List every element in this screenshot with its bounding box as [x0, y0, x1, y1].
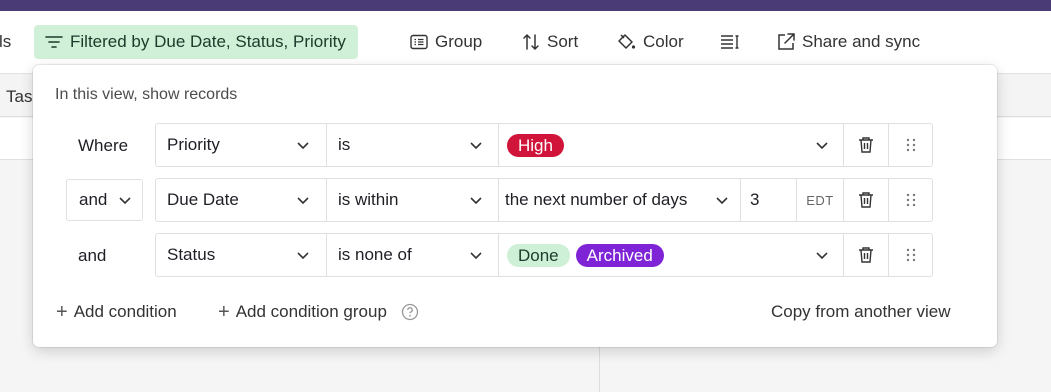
condition-and-label: and — [78, 246, 107, 265]
toolbar-partial-label: ls — [0, 32, 12, 51]
filter-button[interactable]: Filtered by Due Date, Status, Priority — [34, 25, 358, 59]
filter-popover-heading: In this view, show records — [55, 86, 238, 103]
operator-select-value: is — [338, 135, 351, 154]
chevron-down-icon — [470, 252, 482, 260]
chevron-down-icon — [716, 197, 728, 205]
group-icon — [410, 34, 428, 50]
color-icon — [618, 34, 636, 49]
condition-row: Due Date is within the next number of da… — [155, 178, 933, 222]
drag-handle[interactable] — [889, 234, 932, 276]
sort-button-label: Sort — [547, 32, 579, 51]
condition-row: Status is none of Done Archived — [155, 233, 933, 277]
field-select-value: Priority — [167, 135, 220, 154]
operator-select[interactable]: is within — [327, 179, 499, 221]
chevron-down-icon — [297, 142, 309, 150]
add-condition-group-label: Add condition group — [235, 302, 387, 321]
color-button-label: Color — [643, 32, 684, 51]
filter-popover: In this view, show records Where Priorit… — [33, 65, 997, 347]
chevron-down-icon — [816, 142, 828, 150]
conjunction-select-value: and — [79, 190, 108, 209]
filter-icon — [45, 36, 63, 48]
chevron-down-icon — [470, 142, 482, 150]
plus-icon: + — [56, 301, 68, 323]
chevron-down-icon — [119, 197, 131, 205]
drag-handle[interactable] — [889, 124, 932, 166]
operator-select-value: is none of — [338, 245, 412, 264]
condition-where-label: Where — [78, 136, 129, 155]
operator-select-value: is within — [338, 190, 399, 209]
delete-condition-button[interactable] — [844, 124, 889, 166]
status-archived-pill: Archived — [575, 243, 664, 267]
drag-handle-icon — [906, 248, 915, 262]
sort-icon — [523, 34, 539, 50]
priority-high-pill: High — [507, 133, 564, 157]
chevron-down-icon — [470, 197, 482, 205]
chevron-down-icon — [297, 252, 309, 260]
drag-handle-icon — [906, 138, 915, 152]
timezone-value: EDT — [806, 192, 834, 208]
toolbar-partial-item[interactable]: ls — [0, 25, 11, 59]
days-number-value: 3 — [750, 190, 760, 209]
plus-icon: + — [218, 301, 230, 323]
field-select-value: Status — [167, 245, 216, 264]
copy-from-view-label: Copy from another view — [771, 302, 951, 321]
chevron-down-icon — [816, 252, 828, 260]
operator-select[interactable]: is none of — [327, 234, 499, 276]
value-mode-select[interactable]: the next number of days — [499, 179, 741, 221]
row-height-button[interactable] — [720, 25, 749, 59]
chevron-down-icon — [297, 197, 309, 205]
add-condition-button[interactable]: + Add condition — [56, 302, 177, 322]
field-select[interactable]: Priority — [156, 124, 327, 166]
value-multiselect[interactable]: Done Archived — [499, 234, 844, 276]
trash-icon — [859, 137, 873, 153]
value-select[interactable]: High — [499, 124, 844, 166]
app-top-bar — [0, 0, 1051, 11]
field-select[interactable]: Status — [156, 234, 327, 276]
add-condition-label: Add condition — [73, 302, 177, 321]
days-number-input[interactable]: 3 — [741, 179, 797, 221]
group-button[interactable]: Group — [410, 25, 482, 59]
delete-condition-button[interactable] — [844, 234, 889, 276]
drag-handle-icon — [906, 193, 915, 207]
share-sync-button-label: Share and sync — [802, 32, 921, 51]
group-button-label: Group — [435, 32, 483, 51]
column-header-partial[interactable]: Tas — [6, 87, 32, 107]
help-icon[interactable] — [401, 303, 419, 321]
sort-button[interactable]: Sort — [522, 25, 578, 59]
operator-select[interactable]: is — [327, 124, 499, 166]
share-sync-button[interactable]: Share and sync — [777, 25, 920, 59]
color-button[interactable]: Color — [616, 25, 684, 59]
trash-icon — [859, 247, 873, 263]
copy-from-view-button[interactable]: Copy from another view — [771, 302, 951, 322]
condition-row: Priority is High — [155, 123, 933, 167]
delete-condition-button[interactable] — [844, 179, 889, 221]
share-icon — [778, 33, 795, 50]
status-done-pill: Done — [507, 243, 570, 267]
timezone-label: EDT — [797, 179, 844, 221]
conjunction-select[interactable]: and — [66, 179, 143, 221]
trash-icon — [859, 192, 873, 208]
add-condition-group-button[interactable]: + Add condition group — [218, 302, 419, 322]
field-select-value: Due Date — [167, 190, 239, 209]
value-mode-select-value: the next number of days — [505, 190, 688, 209]
drag-handle[interactable] — [889, 179, 932, 221]
row-height-icon — [721, 35, 739, 49]
filter-button-label: Filtered by Due Date, Status, Priority — [70, 32, 346, 51]
field-select[interactable]: Due Date — [156, 179, 327, 221]
